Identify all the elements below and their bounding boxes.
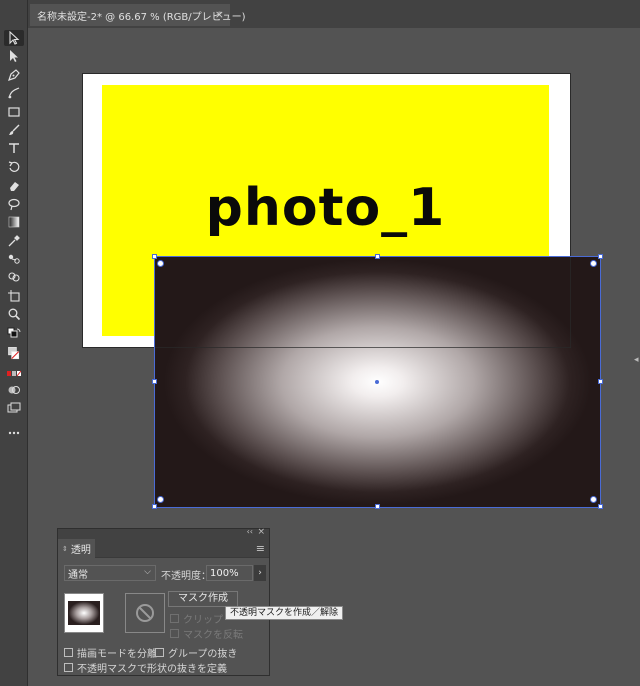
resize-handle[interactable] bbox=[598, 254, 603, 259]
tooltip: 不透明マスクを作成／解除 bbox=[225, 606, 344, 620]
artboard-text[interactable]: photo_1 bbox=[102, 178, 549, 238]
opacity-slider-toggle[interactable]: › bbox=[254, 565, 266, 581]
invert-mask-checkbox-row[interactable]: マスクを反転 bbox=[170, 626, 243, 641]
collapse-icon[interactable]: ‹‹ bbox=[247, 527, 253, 536]
pen-icon[interactable] bbox=[4, 67, 24, 83]
corner-radius-widget[interactable] bbox=[157, 260, 164, 267]
resize-handle[interactable] bbox=[152, 504, 157, 509]
invert-mask-checkbox[interactable] bbox=[170, 629, 179, 638]
transparency-panel: ‹‹ × ⇕ 透明 ≡ 通常 ⌵ 不透明度： 100% › マスク作成 クリップ… bbox=[57, 527, 270, 676]
selection-tool-icon[interactable] bbox=[4, 30, 24, 46]
eraser-icon[interactable] bbox=[4, 178, 24, 194]
tab-label: 透明 bbox=[70, 545, 91, 556]
close-icon[interactable]: × bbox=[215, 8, 224, 21]
opacity-mask-knockout-checkbox-row[interactable]: 不透明マスクで形状の抜きを定義 bbox=[64, 660, 227, 675]
knockout-group-label: グループの抜き bbox=[168, 649, 238, 660]
tools-panel bbox=[0, 0, 28, 686]
knockout-group-checkbox-row[interactable]: グループの抜き bbox=[155, 645, 237, 660]
draw-mode-icon[interactable] bbox=[4, 382, 24, 398]
type-icon[interactable] bbox=[4, 140, 24, 156]
tab-transparency[interactable]: ⇕ 透明 bbox=[58, 539, 95, 558]
shape-builder-icon[interactable] bbox=[4, 269, 24, 285]
blend-mode-value: 通常 bbox=[68, 569, 88, 581]
isolate-blending-checkbox-row[interactable]: 描画モードを分離 bbox=[64, 645, 157, 660]
corner-radius-widget[interactable] bbox=[590, 260, 597, 267]
close-icon[interactable]: × bbox=[257, 527, 265, 537]
blend-mode-select[interactable]: 通常 ⌵ bbox=[64, 565, 156, 581]
panel-expand-icon[interactable]: ◂ bbox=[634, 355, 640, 373]
color-mode-icon[interactable] bbox=[4, 367, 24, 383]
curvature-icon[interactable] bbox=[4, 85, 24, 101]
default-colors-icon[interactable] bbox=[4, 326, 24, 342]
artboard-icon[interactable] bbox=[4, 288, 24, 304]
corner-radius-widget[interactable] bbox=[590, 496, 597, 503]
tab-arrows-icon: ⇕ bbox=[62, 544, 68, 553]
panel-menu-icon[interactable]: ≡ bbox=[256, 542, 265, 555]
gradient-icon[interactable] bbox=[4, 214, 24, 230]
invert-mask-label: マスクを反転 bbox=[183, 630, 243, 641]
resize-handle[interactable] bbox=[152, 254, 157, 259]
resize-handle[interactable] bbox=[152, 379, 157, 384]
document-tab-bar: 名称未設定-2* @ 66.67 % (RGB/プレビュー) × bbox=[0, 0, 640, 28]
center-point bbox=[375, 380, 379, 384]
blend-icon[interactable] bbox=[4, 251, 24, 267]
opacity-input[interactable]: 100% bbox=[206, 565, 253, 581]
clip-label: クリップ bbox=[183, 615, 223, 626]
opacity-mask-knockout-label: 不透明マスクで形状の抜きを定義 bbox=[77, 664, 227, 675]
object-thumbnail[interactable] bbox=[64, 593, 104, 633]
eyedropper-icon[interactable] bbox=[4, 233, 24, 249]
resize-handle[interactable] bbox=[598, 504, 603, 509]
zoom-icon[interactable] bbox=[4, 306, 24, 322]
resize-handle[interactable] bbox=[375, 254, 380, 259]
make-mask-button[interactable]: マスク作成 bbox=[168, 591, 238, 607]
rotate-icon[interactable] bbox=[4, 159, 24, 175]
panel-drag-bar[interactable]: ‹‹ × bbox=[58, 527, 269, 539]
resize-handle[interactable] bbox=[375, 504, 380, 509]
document-tab[interactable]: 名称未設定-2* @ 66.67 % (RGB/プレビュー) × bbox=[30, 4, 246, 26]
isolate-blending-label: 描画モードを分離 bbox=[77, 649, 157, 660]
paintbrush-icon[interactable] bbox=[4, 122, 24, 138]
clip-checkbox-row[interactable]: クリップ bbox=[170, 611, 223, 626]
rectangle-icon[interactable] bbox=[4, 104, 24, 120]
chevron-down-icon: ⌵ bbox=[144, 567, 151, 577]
mask-thumbnail[interactable] bbox=[125, 593, 165, 633]
opacity-label: 不透明度： bbox=[161, 571, 211, 582]
screen-mode-icon[interactable] bbox=[4, 400, 24, 416]
opacity-mask-knockout-checkbox[interactable] bbox=[64, 663, 73, 672]
fill-stroke-icon[interactable] bbox=[4, 344, 24, 364]
no-mask-icon bbox=[136, 604, 154, 622]
lasso-icon[interactable] bbox=[4, 196, 24, 212]
knockout-group-checkbox[interactable] bbox=[155, 648, 164, 657]
direct-selection-icon[interactable] bbox=[4, 48, 24, 64]
panel-header: ⇕ 透明 ≡ bbox=[58, 539, 269, 558]
clip-checkbox[interactable] bbox=[170, 614, 179, 623]
more-tools-icon[interactable] bbox=[4, 425, 24, 441]
corner-radius-widget[interactable] bbox=[157, 496, 164, 503]
isolate-blending-checkbox[interactable] bbox=[64, 648, 73, 657]
object-thumbnail-preview bbox=[68, 601, 100, 625]
resize-handle[interactable] bbox=[598, 379, 603, 384]
opacity-value: 100% bbox=[210, 567, 239, 579]
